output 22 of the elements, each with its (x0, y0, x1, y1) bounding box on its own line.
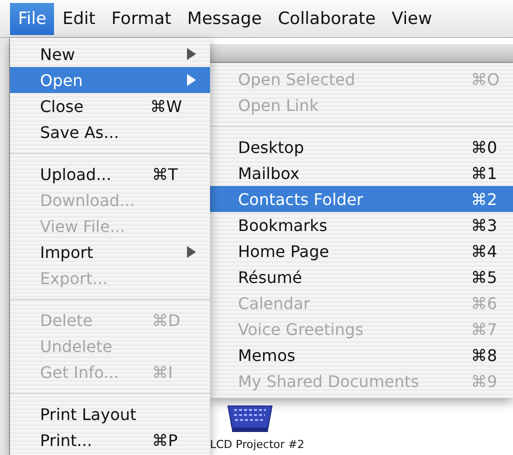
menu-item[interactable]: Print Layout (10, 401, 210, 427)
menu-title[interactable]: File (10, 2, 54, 34)
menu-title[interactable]: Collaborate (270, 2, 384, 34)
menu-item[interactable]: Mailbox ⌘1 (210, 160, 513, 186)
icon-label: LCD Projector #2 (210, 438, 304, 451)
menu-item[interactable]: Contacts Folder ⌘2 (210, 186, 513, 212)
menu-item[interactable]: Save As... (10, 119, 210, 145)
menu-item[interactable]: Desktop ⌘0 (210, 134, 513, 160)
menu-title[interactable]: Format (103, 2, 180, 34)
menu-item[interactable]: Bookmarks ⌘3 (210, 212, 513, 238)
menu-item[interactable]: Upload... ⌘T (10, 161, 210, 187)
menu-item[interactable]: Open (10, 67, 210, 93)
menu-title[interactable]: Message (179, 2, 270, 34)
menu-item[interactable]: New (10, 41, 210, 67)
menu-item[interactable]: Résumé ⌘5 (210, 264, 513, 290)
menu-item[interactable]: Close ⌘W (10, 93, 210, 119)
menu-title[interactable]: View (384, 2, 440, 34)
menu-item[interactable]: Home Page ⌘4 (210, 238, 513, 264)
menu-item[interactable]: Memos ⌘8 (210, 342, 513, 368)
menu-item[interactable]: Import (10, 239, 210, 265)
menu-title[interactable]: Edit (54, 2, 104, 34)
menu-item[interactable]: Print... ⌘P (10, 427, 210, 453)
